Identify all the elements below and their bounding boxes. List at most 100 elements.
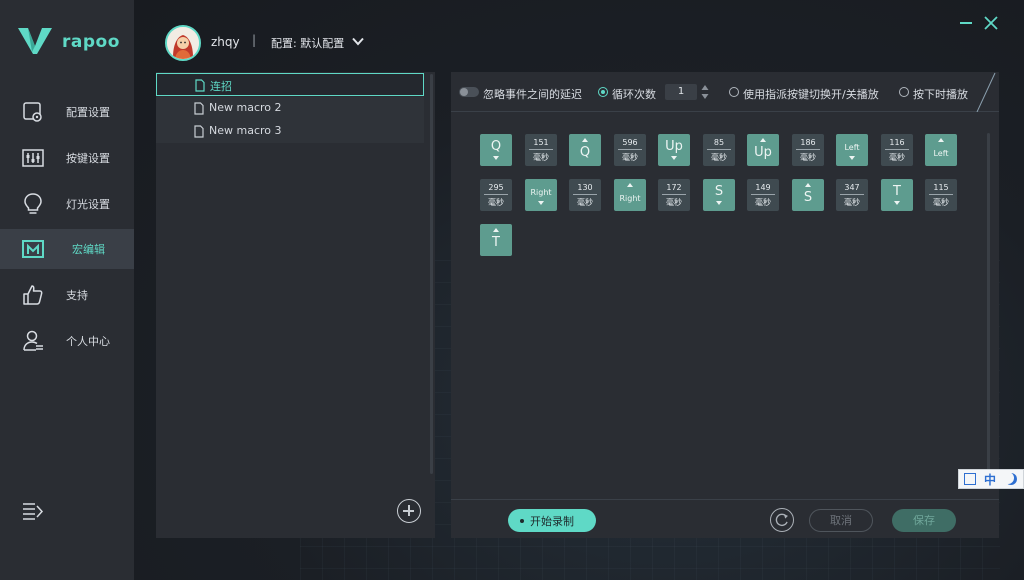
delay-event[interactable]: 115 毫秒 bbox=[925, 179, 957, 211]
sidebar-item-label: 支持 bbox=[66, 289, 88, 302]
menu-collapse-icon[interactable] bbox=[22, 502, 44, 520]
ime-toolbar[interactable]: 中 bbox=[958, 469, 1024, 489]
key-down-arrow-icon bbox=[538, 201, 544, 205]
delay-value: 130 bbox=[577, 183, 593, 192]
delay-unit: 毫秒 bbox=[800, 153, 816, 162]
file-icon bbox=[194, 125, 204, 138]
key-up-arrow-icon bbox=[938, 138, 944, 142]
delay-event[interactable]: 347 毫秒 bbox=[836, 179, 868, 211]
key-event-up[interactable]: Q bbox=[569, 134, 601, 166]
key-down-arrow-icon bbox=[493, 156, 499, 160]
close-icon[interactable] bbox=[984, 16, 998, 30]
key-down-arrow-icon bbox=[716, 201, 722, 205]
avatar-image bbox=[167, 27, 199, 59]
loop-count-input[interactable]: 1 bbox=[665, 84, 697, 100]
key-label: Right bbox=[530, 188, 552, 197]
sidebar-item-lighting[interactable]: 灯光设置 bbox=[0, 184, 134, 224]
sidebar-item-profile[interactable]: 个人中心 bbox=[0, 321, 134, 361]
key-up-arrow-icon bbox=[582, 138, 588, 142]
file-icon bbox=[195, 79, 205, 92]
key-label: Up bbox=[665, 139, 683, 154]
key-event-up[interactable]: Left bbox=[925, 134, 957, 166]
rapoo-logo: rapoo bbox=[18, 26, 119, 56]
macro-sequence-area: Q 151 毫秒 Q 596 毫秒 Up 85 毫秒 Up 186 毫秒 Left 116 毫秒 Left 29… bbox=[451, 113, 999, 499]
delay-unit: 毫秒 bbox=[488, 198, 504, 207]
delay-unit: 毫秒 bbox=[844, 198, 860, 207]
key-event-up[interactable]: S bbox=[792, 179, 824, 211]
cancel-button[interactable]: 取消 bbox=[809, 509, 873, 532]
key-event-down[interactable]: T bbox=[881, 179, 913, 211]
avatar[interactable] bbox=[165, 25, 201, 61]
delay-event[interactable]: 85 毫秒 bbox=[703, 134, 735, 166]
key-event-down[interactable]: Left bbox=[836, 134, 868, 166]
delay-divider bbox=[840, 194, 864, 195]
start-recording-button[interactable]: 开始录制 bbox=[508, 509, 596, 532]
ime-mode-label[interactable]: 中 bbox=[984, 471, 996, 488]
key-up-arrow-icon bbox=[493, 228, 499, 232]
delay-value: 116 bbox=[889, 138, 905, 147]
delay-unit: 毫秒 bbox=[889, 153, 905, 162]
toolbar-corner-decoration bbox=[976, 72, 996, 112]
macro-list-panel: 连招 New macro 2 New macro 3 bbox=[156, 72, 435, 538]
key-label: Left bbox=[933, 149, 949, 158]
delay-divider bbox=[529, 149, 553, 150]
save-button[interactable]: 保存 bbox=[892, 509, 956, 532]
key-event-down[interactable]: S bbox=[703, 179, 735, 211]
key-event-down[interactable]: Right bbox=[525, 179, 557, 211]
sidebar: rapoo 配置设置 按键设置 灯光设置 宏编辑 支持 个人中心 bbox=[0, 0, 134, 580]
key-event-up[interactable]: Right bbox=[614, 179, 646, 211]
key-event-down[interactable]: Up bbox=[658, 134, 690, 166]
config-selector-label[interactable]: 配置: 默认配置 bbox=[271, 35, 344, 51]
delay-event[interactable]: 130 毫秒 bbox=[569, 179, 601, 211]
key-event-up[interactable]: Up bbox=[747, 134, 779, 166]
delay-event[interactable]: 116 毫秒 bbox=[881, 134, 913, 166]
minimize-button[interactable] bbox=[960, 22, 972, 24]
toggle-key-radio[interactable] bbox=[729, 87, 739, 97]
loop-count-stepper[interactable] bbox=[701, 84, 709, 100]
user-center-icon bbox=[23, 330, 43, 351]
key-label: S bbox=[714, 184, 724, 199]
sidebar-item-keys[interactable]: 按键设置 bbox=[0, 138, 134, 178]
key-label: S bbox=[803, 190, 813, 205]
delay-event[interactable]: 596 毫秒 bbox=[614, 134, 646, 166]
sequence-scrollbar[interactable] bbox=[987, 133, 990, 473]
sidebar-item-support[interactable]: 支持 bbox=[0, 275, 134, 315]
macro-list-item[interactable]: 连招 bbox=[156, 73, 424, 96]
delay-event[interactable]: 151 毫秒 bbox=[525, 134, 557, 166]
hold-play-radio[interactable] bbox=[899, 87, 909, 97]
delay-unit: 毫秒 bbox=[933, 198, 949, 207]
delay-event[interactable]: 186 毫秒 bbox=[792, 134, 824, 166]
sidebar-item-macro[interactable]: 宏编辑 bbox=[0, 229, 134, 269]
delay-divider bbox=[618, 149, 642, 150]
sidebar-item-config[interactable]: 配置设置 bbox=[0, 92, 134, 132]
delay-divider bbox=[751, 194, 775, 195]
delay-event[interactable]: 295 毫秒 bbox=[480, 179, 512, 211]
macro-editor-panel: 忽略事件之间的延迟 循环次数 1 使用指派按键切换开/关播放 按下时播放 Q 15… bbox=[451, 72, 999, 538]
key-settings-icon bbox=[22, 149, 44, 167]
ignore-delay-label: 忽略事件之间的延迟 bbox=[483, 88, 582, 101]
macro-list-item[interactable]: New macro 2 bbox=[156, 97, 424, 120]
hold-play-label: 按下时播放 bbox=[913, 88, 968, 101]
macro-list-item[interactable]: New macro 3 bbox=[156, 120, 424, 143]
add-macro-button[interactable] bbox=[397, 499, 421, 523]
delay-divider bbox=[662, 194, 686, 195]
key-event-up[interactable]: T bbox=[480, 224, 512, 256]
list-scrollbar[interactable] bbox=[430, 74, 433, 474]
moon-icon[interactable] bbox=[1005, 473, 1017, 485]
loop-count-radio[interactable] bbox=[598, 87, 608, 97]
sidebar-item-label: 个人中心 bbox=[66, 335, 110, 348]
sidebar-item-label: 灯光设置 bbox=[66, 198, 110, 211]
delay-divider bbox=[796, 149, 820, 150]
key-event-down[interactable]: Q bbox=[480, 134, 512, 166]
delay-event[interactable]: 172 毫秒 bbox=[658, 179, 690, 211]
ime-switch-icon[interactable] bbox=[964, 473, 976, 485]
macro-edit-icon bbox=[22, 240, 44, 258]
delay-event[interactable]: 149 毫秒 bbox=[747, 179, 779, 211]
chevron-down-icon[interactable] bbox=[352, 37, 364, 46]
key-down-arrow-icon bbox=[849, 156, 855, 160]
refresh-icon[interactable] bbox=[770, 508, 794, 532]
ignore-delay-toggle[interactable] bbox=[459, 87, 479, 97]
key-label: Up bbox=[754, 145, 772, 160]
file-icon bbox=[194, 102, 204, 115]
key-label: T bbox=[492, 235, 500, 250]
